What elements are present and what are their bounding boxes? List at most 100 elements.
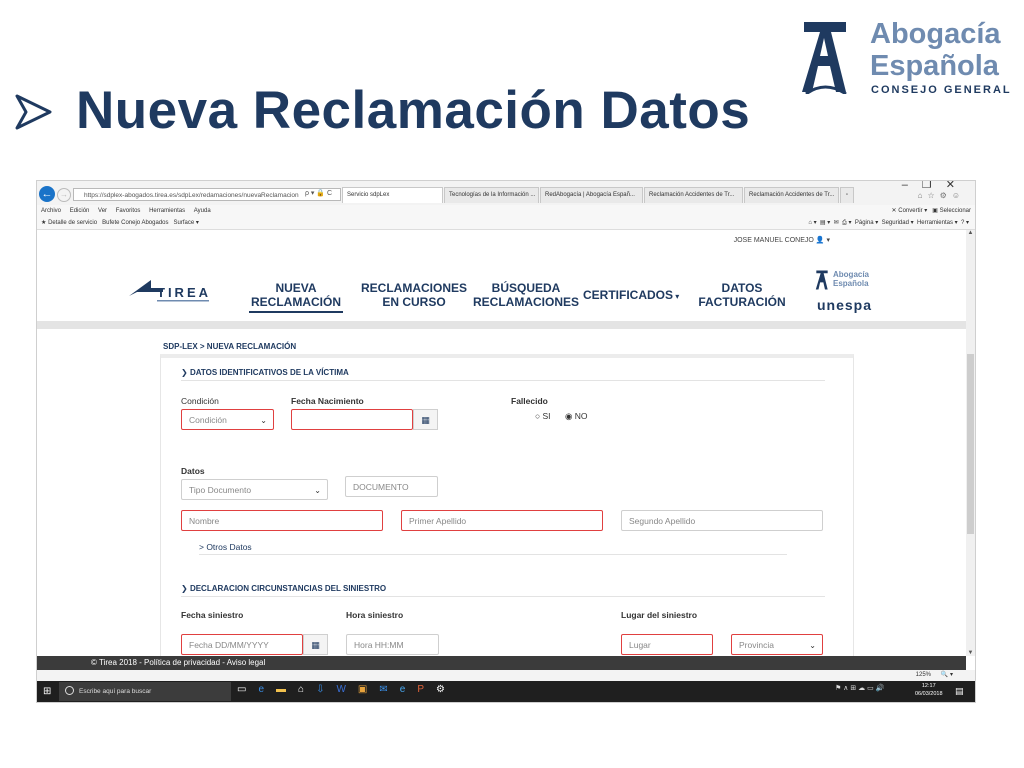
fallecido-si-radio[interactable]: ○ SI <box>535 411 551 421</box>
smiley-icon[interactable]: ☺ <box>952 191 965 200</box>
file-explorer-icon[interactable]: ▬ <box>276 684 298 695</box>
nav-certificados[interactable]: CERTIFICADOS ▾ <box>583 288 679 304</box>
nav-busqueda-reclamaciones[interactable]: BÚSQUEDA RECLAMACIONES <box>471 281 581 309</box>
back-arrow-icon[interactable]: ← <box>39 186 55 202</box>
scroll-down-icon[interactable]: ▼ <box>966 650 975 656</box>
menu-archivo[interactable]: Archivo <box>41 208 61 214</box>
primer-apellido-input[interactable]: Primer Apellido <box>401 510 603 531</box>
nav-nueva-reclamacion[interactable]: NUEVA RECLAMACIÓN <box>249 281 343 313</box>
otros-datos-link[interactable]: > Otros Datos <box>199 542 252 552</box>
settings-app-icon[interactable]: ⚙ <box>436 684 457 695</box>
menu-ayuda[interactable]: Ayuda <box>194 208 211 214</box>
tool-herramientas[interactable]: Herramientas <box>917 220 953 226</box>
tool-pagina[interactable]: Página <box>855 220 874 226</box>
notifications-icon[interactable]: ▤ <box>955 686 964 697</box>
tab-tecnologias[interactable]: Tecnologías de la Información ... <box>444 187 539 203</box>
tab-reclamacion-2[interactable]: Reclamación Accidentes de Tr... <box>744 187 839 203</box>
menu-herramientas[interactable]: Herramientas <box>149 208 185 214</box>
menu-ver[interactable]: Ver <box>98 208 107 214</box>
documento-input[interactable]: DOCUMENTO <box>345 476 438 497</box>
section-divider <box>199 554 787 555</box>
calendar-icon[interactable]: ▦ <box>303 634 328 655</box>
datos-label: Datos <box>181 466 205 476</box>
tool-seguridad[interactable]: Seguridad <box>882 220 909 226</box>
tray-network-icon[interactable]: ⊞ <box>850 685 856 692</box>
section-divider <box>181 596 825 597</box>
lugar-input[interactable]: Lugar <box>621 634 713 655</box>
powerpoint-icon[interactable]: P <box>417 684 436 695</box>
fav-bufete[interactable]: Bufete Conejo Abogados <box>102 220 168 226</box>
home-icon[interactable]: ⌂ <box>918 191 928 200</box>
task-view-icon[interactable]: ▭ <box>237 684 258 695</box>
nav-label: RECLAMACIONES <box>360 281 467 295</box>
taskbar-search[interactable]: Escribe aquí para buscar <box>59 682 231 701</box>
taskbar-clock[interactable]: 12:17 06/03/2018 <box>915 682 943 698</box>
star-icon[interactable]: ☆ <box>927 191 939 200</box>
tab-servicio-sdplex[interactable]: Servicio sdpLex <box>342 187 443 203</box>
tab-reclamacion-1[interactable]: Reclamación Accidentes de Tr... <box>644 187 743 203</box>
section-victima-title[interactable]: ❯ DATOS IDENTIFICATIVOS DE LA VÍCTIMA <box>181 368 349 377</box>
user-name: JOSE MANUEL CONEJO <box>733 237 814 244</box>
provincia-select[interactable]: Provincia ⌄ <box>731 634 823 655</box>
store-icon[interactable]: ⌂ <box>298 684 316 695</box>
user-menu[interactable]: JOSE MANUEL CONEJO 👤 ▾ <box>734 236 830 244</box>
tray-chevron-up-icon[interactable]: ∧ <box>843 685 848 692</box>
system-tray: ⚑ ∧ ⊞ ☁ ▭ 🔊 <box>835 684 884 692</box>
address-tools[interactable]: ρ ▾ 🔒 C <box>305 189 332 197</box>
segundo-apellido-input[interactable]: Segundo Apellido <box>621 510 823 531</box>
menu-favoritos[interactable]: Favoritos <box>116 208 141 214</box>
print-icon[interactable]: ⎙ ▾ <box>842 220 851 226</box>
scrollbar-thumb[interactable] <box>967 354 974 534</box>
ie-icon[interactable]: e <box>400 684 418 695</box>
forward-arrow-icon[interactable]: → <box>57 188 71 202</box>
condicion-select[interactable]: Condición ⌄ <box>181 409 274 430</box>
window-controls[interactable]: –❐✕ <box>902 181 969 191</box>
favorites-star-icon[interactable]: ★ <box>41 220 46 226</box>
tray-battery-icon[interactable]: ▭ <box>867 685 874 692</box>
feeds-icon[interactable]: ▤ ▾ <box>820 220 830 226</box>
tab-redabogacia[interactable]: RedAbogacía | Abogacía Españ... <box>540 187 643 203</box>
tipo-documento-select[interactable]: Tipo Documento ⌄ <box>181 479 328 500</box>
menu-edicion[interactable]: Edición <box>70 208 90 214</box>
edge-icon[interactable]: e <box>258 684 276 695</box>
chevron-down-icon: ⌄ <box>809 641 816 650</box>
section-victima-label: DATOS IDENTIFICATIVOS DE LA VÍCTIMA <box>189 368 349 377</box>
zoom-level[interactable]: 🔍 125% ▾ <box>916 670 953 681</box>
address-bar[interactable]: https://sdplex-abogados.tirea.es/sdpLex/… <box>73 188 341 201</box>
help-icon[interactable]: ? ▾ <box>961 220 969 226</box>
home-tool-icon[interactable]: ⌂ ▾ <box>808 220 816 226</box>
photos-icon[interactable]: ▣ <box>358 684 379 695</box>
convertir-button[interactable]: ✕ Convertir ▾ <box>892 208 928 214</box>
windows-start-icon[interactable]: ⊞ <box>43 686 51 697</box>
restore-icon[interactable]: ❐ <box>922 181 946 191</box>
word-icon[interactable]: W <box>336 684 357 695</box>
hora-siniestro-input[interactable]: Hora HH:MM <box>346 634 439 655</box>
seleccionar-label: Seleccionar <box>939 208 971 214</box>
scroll-up-icon[interactable]: ▲ <box>966 230 975 236</box>
slide-title: Nueva Reclamación Datos <box>76 81 751 140</box>
tray-language-icon[interactable]: ⚑ <box>835 685 841 692</box>
download-icon[interactable]: ⇩ <box>316 684 336 695</box>
fallecido-no-radio[interactable]: ◉ NO <box>565 411 588 422</box>
close-icon[interactable]: ✕ <box>946 181 969 191</box>
new-tab-icon[interactable]: ▫ <box>840 187 854 203</box>
calendar-icon[interactable]: ▦ <box>413 409 438 430</box>
gear-icon[interactable]: ⚙ <box>940 191 952 200</box>
mail-icon[interactable]: ✉ <box>834 220 839 226</box>
tray-volume-icon[interactable]: 🔊 <box>876 685 885 692</box>
footer-text[interactable]: © Tirea 2018 - Política de privacidad - … <box>91 656 265 670</box>
minimize-icon[interactable]: – <box>902 181 922 191</box>
fecha-nacimiento-input[interactable] <box>291 409 413 430</box>
fecha-siniestro-input[interactable]: Fecha DD/MM/YYYY <box>181 634 303 655</box>
seleccionar-button[interactable]: ▣ Seleccionar <box>932 208 971 214</box>
nav-datos-facturacion[interactable]: DATOS FACTURACIÓN <box>697 281 787 309</box>
tray-onedrive-icon[interactable]: ☁ <box>858 685 865 692</box>
vertical-scrollbar[interactable]: ▲ ▼ <box>966 230 975 656</box>
fav-surface[interactable]: Surface <box>174 220 195 226</box>
section-siniestro-title[interactable]: ❯ DECLARACION CIRCUNSTANCIAS DEL SINIEST… <box>181 584 386 593</box>
outlook-icon[interactable]: ✉ <box>379 684 399 695</box>
nombre-input[interactable]: Nombre <box>181 510 383 531</box>
nav-label: RECLAMACIÓN <box>251 295 341 309</box>
nav-reclamaciones-en-curso[interactable]: RECLAMACIONES EN CURSO <box>359 281 469 309</box>
fav-detalle-servicio[interactable]: Detalle de servicio <box>48 220 97 226</box>
